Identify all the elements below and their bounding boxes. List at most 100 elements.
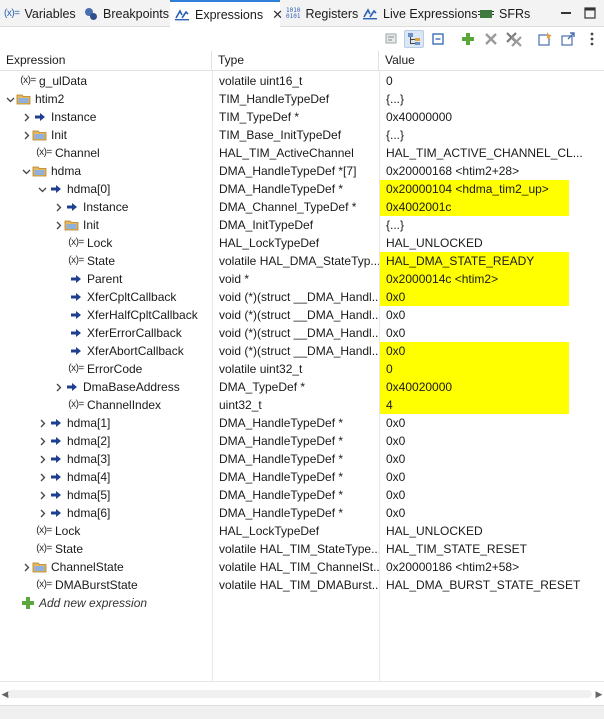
tree-row[interactable]: DmaBaseAddress DMA_TypeDef * 0x40020000 — [0, 378, 604, 396]
expression-value[interactable]: 0x0 — [379, 306, 604, 324]
expression-value[interactable]: 0x20000104 <hdma_tim2_up> — [379, 180, 569, 198]
expression-value[interactable]: 0x0 — [379, 288, 569, 306]
horizontal-scrollbar[interactable]: ◀ ▶ — [0, 681, 604, 705]
tree-row[interactable]: XferCpltCallback void (*)(struct __DMA_H… — [0, 288, 604, 306]
collapse-all-icon[interactable] — [428, 30, 448, 48]
expression-value[interactable]: 0x0 — [379, 414, 604, 432]
view-menu-icon[interactable] — [582, 30, 602, 48]
expression-value[interactable]: HAL_UNLOCKED — [379, 522, 604, 540]
tree-row[interactable]: (x)= g_ulData volatile uint16_t 0 — [0, 72, 604, 90]
expression-value[interactable]: 0x0 — [379, 486, 604, 504]
show-logical-structure-icon[interactable] — [404, 30, 424, 48]
tree-row[interactable]: hdma[5] DMA_HandleTypeDef * 0x0 — [0, 486, 604, 504]
expression-value[interactable]: 0x0 — [379, 342, 569, 360]
expression-value[interactable]: {...} — [379, 126, 604, 144]
tree-row[interactable]: Instance TIM_TypeDef * 0x40000000 — [0, 108, 604, 126]
tab-live-expressions[interactable]: Live Expressions — [358, 0, 478, 27]
scrollbar-track[interactable] — [8, 690, 592, 698]
expression-value[interactable]: 0x0 — [379, 324, 604, 342]
expression-value[interactable]: {...} — [379, 216, 604, 234]
column-header-value[interactable]: Value — [379, 51, 604, 71]
expression-value[interactable]: HAL_DMA_BURST_STATE_RESET — [379, 576, 604, 594]
chevron-down-icon[interactable] — [36, 180, 48, 198]
remove-expression-icon[interactable] — [481, 30, 501, 48]
tree-row[interactable]: (x)= ErrorCode volatile uint32_t 0 — [0, 360, 604, 378]
tab-breakpoints[interactable]: Breakpoints — [80, 0, 169, 27]
chevron-right-icon[interactable] — [52, 216, 64, 234]
expression-value[interactable]: 0x0 — [379, 450, 604, 468]
chevron-right-icon[interactable] — [20, 108, 32, 126]
tree-row[interactable]: (x)= Channel HAL_TIM_ActiveChannel HAL_T… — [0, 144, 604, 162]
expression-value[interactable]: 0x0 — [379, 432, 604, 450]
tree-row[interactable]: hdma[0] DMA_HandleTypeDef * 0x20000104 <… — [0, 180, 604, 198]
expression-value[interactable]: 0x20000186 <htim2+58> — [379, 558, 604, 576]
tree-row[interactable]: (x)= Lock HAL_LockTypeDef HAL_UNLOCKED — [0, 522, 604, 540]
chevron-right-icon[interactable] — [36, 450, 48, 468]
tree-row[interactable]: ChannelState volatile HAL_TIM_ChannelSt.… — [0, 558, 604, 576]
expression-value[interactable]: {...} — [379, 90, 604, 108]
chevron-down-icon[interactable] — [20, 162, 32, 180]
tree-row[interactable]: hdma[6] DMA_HandleTypeDef * 0x0 — [0, 504, 604, 522]
minimize-icon[interactable] — [559, 6, 573, 20]
expression-value[interactable]: 0x20000168 <htim2+28> — [379, 162, 604, 180]
tree-row[interactable]: XferErrorCallback void (*)(struct __DMA_… — [0, 324, 604, 342]
tree-row[interactable]: hdma DMA_HandleTypeDef *[7] 0x20000168 <… — [0, 162, 604, 180]
pin-view-icon[interactable] — [558, 30, 578, 48]
tree-row[interactable]: (x)= State volatile HAL_TIM_StateType...… — [0, 540, 604, 558]
chevron-down-icon[interactable] — [4, 90, 16, 108]
tree-row[interactable]: (x)= ChannelIndex uint32_t 4 — [0, 396, 604, 414]
tab-expressions[interactable]: Expressions ✕ — [170, 0, 283, 28]
expression-value[interactable]: 0x40020000 — [379, 378, 569, 396]
column-header-type[interactable]: Type — [212, 51, 379, 71]
expression-value[interactable]: HAL_TIM_ACTIVE_CHANNEL_CL... — [379, 144, 604, 162]
expression-value[interactable]: 0x40000000 — [379, 108, 604, 126]
expression-value[interactable]: 4 — [379, 396, 569, 414]
chevron-right-icon[interactable] — [20, 126, 32, 144]
tree-row[interactable]: Init DMA_InitTypeDef {...} — [0, 216, 604, 234]
expression-value[interactable]: 0x0 — [379, 504, 604, 522]
tree-row[interactable]: (x)= Lock HAL_LockTypeDef HAL_UNLOCKED — [0, 234, 604, 252]
chevron-right-icon[interactable] — [36, 432, 48, 450]
tree-row[interactable]: hdma[4] DMA_HandleTypeDef * 0x0 — [0, 468, 604, 486]
expression-name: ErrorCode — [87, 362, 143, 376]
tree-row[interactable]: (x)= State volatile HAL_DMA_StateTyp... … — [0, 252, 604, 270]
expression-value[interactable]: HAL_TIM_STATE_RESET — [379, 540, 604, 558]
tab-variables[interactable]: (x)= Variables — [0, 0, 76, 27]
chevron-right-icon[interactable] — [36, 468, 48, 486]
chevron-right-icon[interactable] — [36, 414, 48, 432]
expression-value[interactable]: 0x0 — [379, 468, 604, 486]
expression-value[interactable]: 0x2000014c <htim2> — [379, 270, 569, 288]
tree-row[interactable]: hdma[1] DMA_HandleTypeDef * 0x0 — [0, 414, 604, 432]
expression-value[interactable]: HAL_UNLOCKED — [379, 234, 604, 252]
tree-row[interactable]: XferHalfCpltCallback void (*)(struct __D… — [0, 306, 604, 324]
tree-row[interactable]: Parent void * 0x2000014c <htim2> — [0, 270, 604, 288]
add-new-expression-label[interactable]: Add new expression — [39, 594, 147, 612]
chevron-right-icon[interactable] — [20, 558, 32, 576]
expression-value[interactable]: 0 — [379, 360, 569, 378]
tree-row[interactable]: htim2 TIM_HandleTypeDef {...} — [0, 90, 604, 108]
show-type-names-icon[interactable] — [382, 30, 402, 48]
chevron-right-icon[interactable] — [52, 378, 64, 396]
chevron-right-icon[interactable] — [36, 486, 48, 504]
chevron-right-icon[interactable] — [36, 504, 48, 522]
expression-tree[interactable]: (x)= g_ulData volatile uint16_t 0 htim2 … — [0, 72, 604, 612]
tree-row[interactable]: XferAbortCallback void (*)(struct __DMA_… — [0, 342, 604, 360]
remove-all-expressions-icon[interactable] — [504, 30, 524, 48]
expression-value[interactable]: 0 — [379, 72, 604, 90]
tree-row[interactable]: hdma[2] DMA_HandleTypeDef * 0x0 — [0, 432, 604, 450]
scroll-right-icon[interactable]: ▶ — [594, 688, 604, 700]
tree-row[interactable]: Init TIM_Base_InitTypeDef {...} — [0, 126, 604, 144]
tab-sfrs[interactable]: SFRs — [474, 0, 530, 27]
tree-row[interactable]: hdma[3] DMA_HandleTypeDef * 0x0 — [0, 450, 604, 468]
add-new-expression-row[interactable]: Add new expression — [0, 594, 604, 612]
tree-row[interactable]: (x)= DMABurstState volatile HAL_TIM_DMAB… — [0, 576, 604, 594]
chevron-right-icon[interactable] — [52, 198, 64, 216]
column-header-expression[interactable]: Expression — [0, 51, 212, 71]
tab-registers[interactable]: 1010 0101 Registers — [282, 0, 358, 27]
tree-row[interactable]: Instance DMA_Channel_TypeDef * 0x4002001… — [0, 198, 604, 216]
expression-value[interactable]: HAL_DMA_STATE_READY — [379, 252, 569, 270]
new-expression-view-icon[interactable] — [535, 30, 555, 48]
maximize-icon[interactable] — [583, 6, 597, 20]
expression-value[interactable]: 0x4002001c — [379, 198, 569, 216]
add-expression-icon[interactable] — [458, 30, 478, 48]
